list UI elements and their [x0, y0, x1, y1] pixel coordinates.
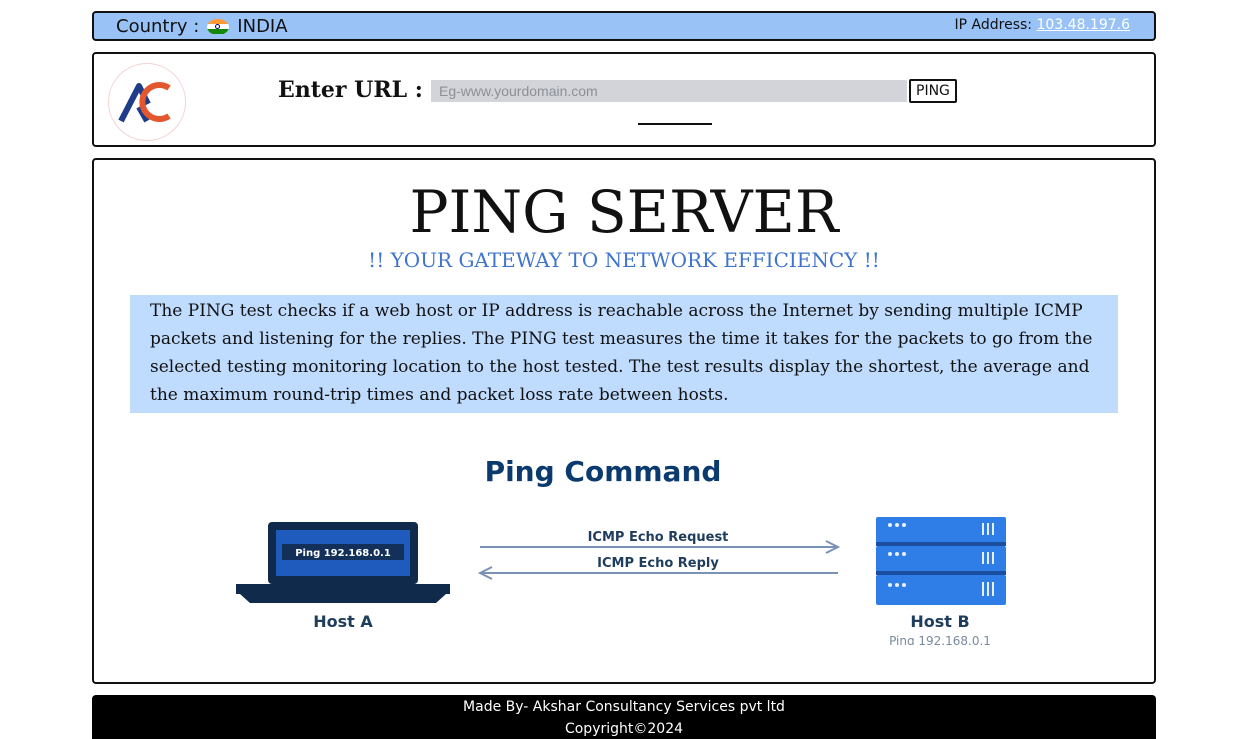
url-input[interactable]: [431, 80, 907, 102]
host-b-caption: Ping 192.168.0.1: [889, 634, 991, 645]
ping-diagram: Ping Command Ping 192.168.0.1 ICMP Echo …: [218, 445, 1018, 645]
host-b-label: Host B: [910, 612, 969, 631]
reply-label: ICMP Echo Reply: [597, 556, 719, 571]
laptop-icon: Ping 192.168.0.1: [236, 522, 450, 603]
country-info: Country : INDIA: [116, 16, 288, 37]
country-name: INDIA: [237, 16, 288, 37]
divider: [638, 123, 712, 125]
request-label: ICMP Echo Request: [588, 530, 729, 545]
page-title: PING SERVER: [409, 178, 839, 246]
ping-button[interactable]: PING: [909, 79, 957, 103]
url-label: Enter URL :: [278, 77, 423, 103]
ip-link[interactable]: 103.48.197.6: [1036, 17, 1130, 33]
footer-copyright: Copyright©2024: [564, 721, 684, 737]
country-label: Country :: [116, 16, 200, 37]
location-bar: Country : INDIA IP Address: 103.48.197.6: [92, 11, 1156, 41]
url-panel: Enter URL : PING: [92, 52, 1156, 147]
footer-made-by: Made By- Akshar Consultancy Services pvt…: [463, 699, 785, 715]
india-flag-icon: [207, 18, 230, 35]
page-subtitle: !! YOUR GATEWAY TO NETWORK EFFICIENCY !!: [368, 248, 880, 272]
main-panel: PING SERVER !! YOUR GATEWAY TO NETWORK E…: [92, 158, 1156, 684]
ip-address: IP Address: 103.48.197.6: [955, 17, 1130, 33]
server-icon: [876, 517, 1006, 605]
host-a-label: Host A: [313, 612, 373, 631]
description-text: The PING test checks if a web host or IP…: [130, 295, 1118, 413]
ip-label: IP Address:: [954, 17, 1033, 33]
ac-logo: [108, 63, 186, 141]
laptop-screen-text: Ping 192.168.0.1: [295, 548, 391, 559]
footer: Made By- Akshar Consultancy Services pvt…: [92, 695, 1156, 739]
